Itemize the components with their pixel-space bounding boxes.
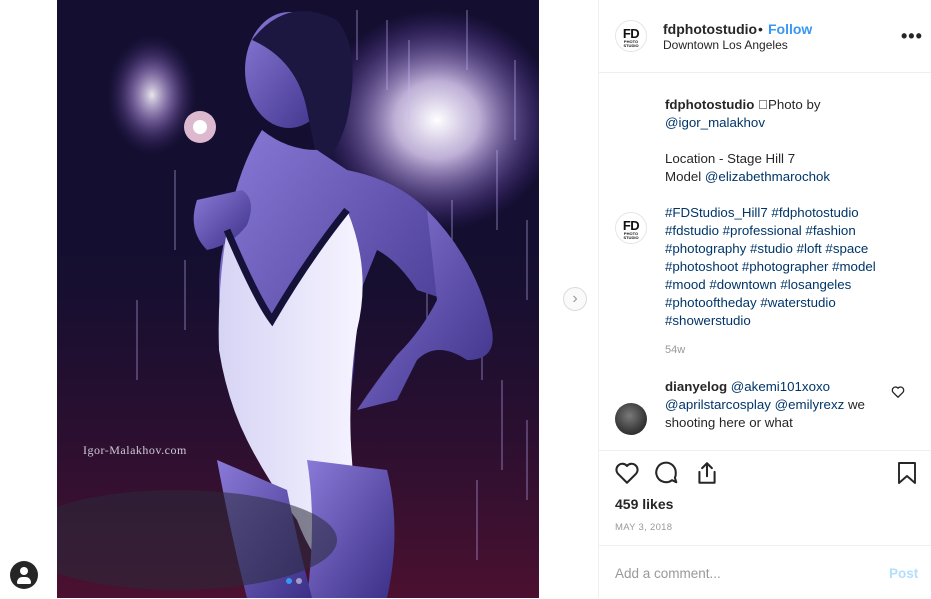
comment-mention[interactable]: @akemi101xoxo [731, 379, 830, 394]
share-icon[interactable] [694, 460, 720, 486]
account-username[interactable]: fdphotostudio [663, 21, 757, 37]
comment-line-2: @aprilstarcosplay @emilyrexz we [665, 396, 915, 414]
post-age[interactable]: 54w [665, 344, 685, 356]
post-date[interactable]: MAY 3, 2018 [615, 522, 672, 533]
carousel-dot [296, 578, 302, 584]
comment-input[interactable]: Add a comment... [615, 566, 721, 581]
commenter-username[interactable]: dianyelog [665, 379, 727, 394]
actions-divider [599, 450, 931, 452]
hashtag-line[interactable]: #fdstudio #professional #fashion [665, 222, 915, 240]
caption-location: Location - Stage Hill 7 [665, 151, 796, 166]
post-photo[interactable]: Igor-Malakhov.com [57, 0, 539, 598]
post-location[interactable]: Downtown Los Angeles [663, 38, 788, 52]
model-label: Model [665, 169, 705, 184]
comment-mention[interactable]: @aprilstarcosplay [665, 397, 771, 412]
follow-button[interactable]: Follow [768, 21, 812, 37]
photographer-mention[interactable]: @igor_malakhov [665, 115, 765, 130]
caption-line-2: @igor_malakhov [665, 114, 915, 132]
chevron-right-icon[interactable]: › [563, 287, 587, 311]
comment-heart-icon[interactable] [891, 385, 905, 399]
comment-line-1: dianyelog @akemi101xoxo [665, 378, 915, 396]
heart-icon[interactable] [614, 460, 640, 486]
comment-icon[interactable] [653, 460, 679, 486]
model-mention[interactable]: @elizabethmarochok [705, 169, 830, 184]
caption-model-line: Model @elizabethmarochok [665, 168, 915, 186]
more-icon[interactable]: ••• [901, 26, 923, 47]
hashtag-line[interactable]: #photooftheday #waterstudio [665, 294, 915, 312]
hashtag-line[interactable]: #FDStudios_Hill7 #fdphotostudio [665, 204, 915, 222]
likes-count[interactable]: 459 likes [615, 496, 673, 512]
caption-avatar[interactable]: FD PHOTO STUDIO [615, 212, 647, 244]
hashtag-line[interactable]: #photoshoot #photographer #model [665, 258, 915, 276]
carousel-indicator [286, 578, 302, 584]
logo-sub-text: PHOTO STUDIO [623, 231, 639, 240]
hashtag-line[interactable]: #mood #downtown #losangeles [665, 276, 915, 294]
hashtag-line[interactable]: #photography #studio #loft #space [665, 240, 915, 258]
comment-mention[interactable]: @emilyrexz [775, 397, 845, 412]
post-header: FD PHOTO STUDIO fdphotostudio • Follow D… [599, 0, 931, 73]
hashtag-line[interactable]: #showerstudio [665, 312, 915, 330]
photo-watermark: Igor-Malakhov.com [83, 443, 187, 457]
comment-line-3: shooting here or what [665, 415, 793, 430]
post-comment-button[interactable]: Post [889, 566, 918, 581]
account-avatar[interactable]: FD PHOTO STUDIO [615, 20, 647, 52]
caption-text:  Photo by [754, 97, 821, 112]
comment-text: we [844, 397, 865, 412]
caption-username[interactable]: fdphotostudio [665, 97, 754, 112]
photo-artwork [57, 0, 539, 598]
post-sidebar: FD PHOTO STUDIO fdphotostudio • Follow D… [598, 0, 931, 598]
commenter-avatar[interactable] [615, 403, 647, 435]
separator-dot: • [758, 21, 763, 37]
carousel-dot-active [286, 578, 292, 584]
user-icon[interactable] [10, 561, 38, 589]
bookmark-icon[interactable] [895, 460, 919, 486]
add-comment-bar: Add a comment... Post [599, 545, 931, 599]
caption-line-1: fdphotostudio  Photo by [665, 96, 915, 114]
logo-sub-text: PHOTO STUDIO [623, 39, 639, 48]
